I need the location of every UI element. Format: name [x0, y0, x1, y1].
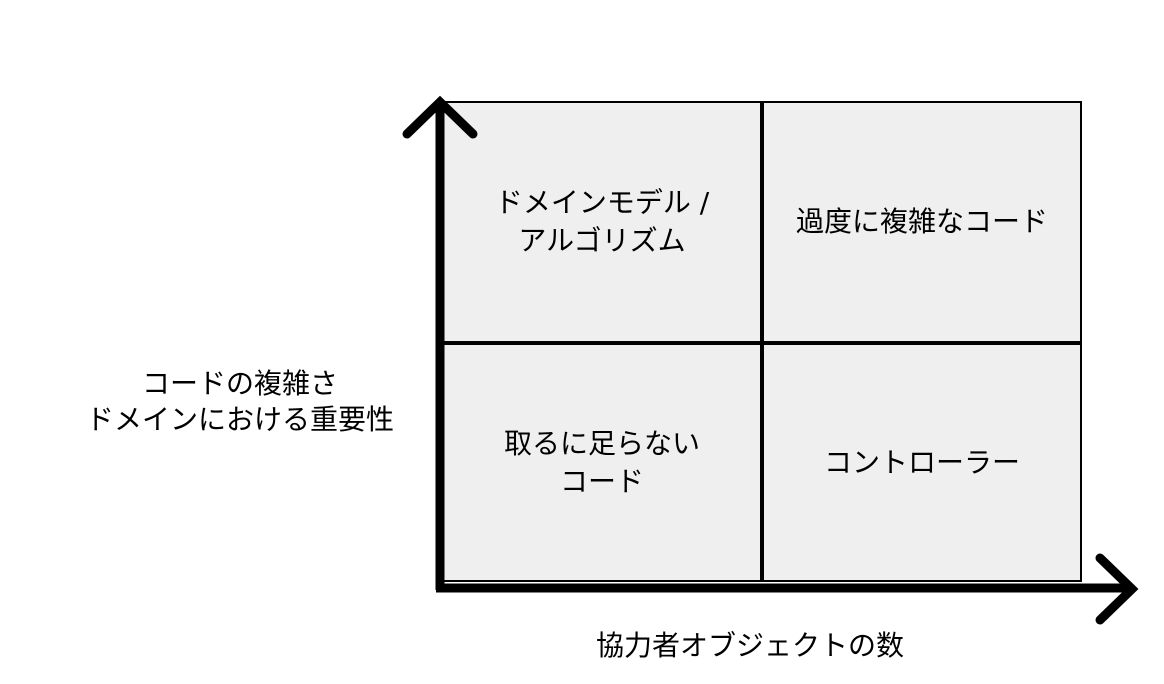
axes [402, 95, 1139, 625]
y-axis-label: コードの複雑さ ドメインにおける重要性 [40, 366, 440, 438]
y-axis-label-line-2: ドメインにおける重要性 [85, 403, 394, 436]
x-axis-label: 協力者オブジェクトの数 [595, 629, 904, 662]
y-axis-label-line-1: コードの複雑さ [141, 367, 338, 400]
